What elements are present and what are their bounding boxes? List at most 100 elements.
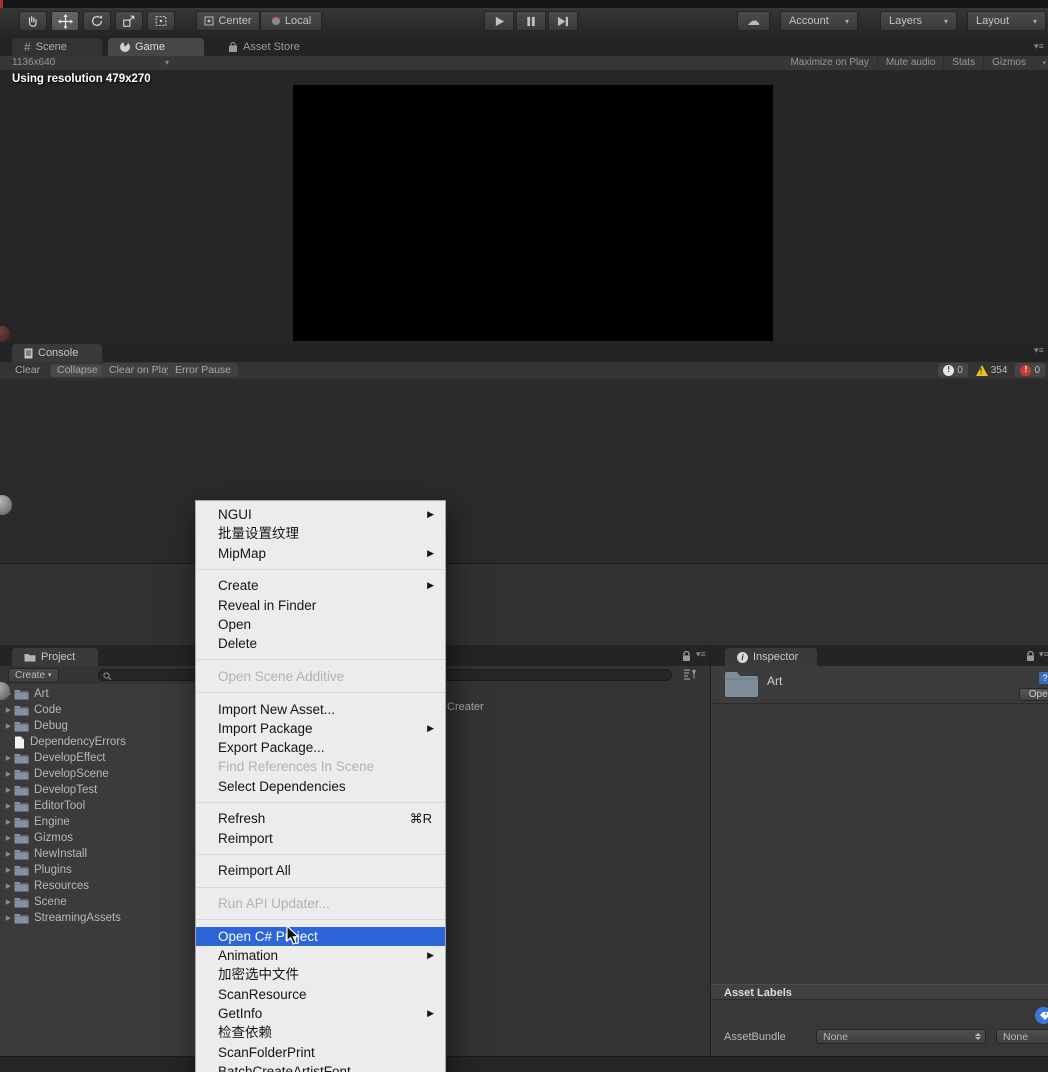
menu-item-check-dependencies[interactable]: 检查依赖 — [196, 1023, 445, 1042]
chevron-down-icon: ▾ — [944, 17, 948, 26]
rect-tool-button[interactable] — [147, 11, 175, 31]
menu-item-encrypt-selected-files[interactable]: 加密选中文件 — [196, 965, 445, 984]
folder-icon — [24, 653, 36, 662]
scale-icon — [122, 14, 136, 28]
menu-item-batchcreateartistfont[interactable]: BatchCreateArtistFont — [196, 1062, 445, 1072]
tab-game[interactable]: Game — [108, 38, 204, 56]
warning-icon: ! — [976, 365, 988, 376]
resolution-dropdown[interactable]: 1136x640 — [12, 57, 55, 68]
menu-item-delete[interactable]: Delete — [196, 634, 445, 653]
asset-labels-header[interactable]: Asset Labels — [711, 984, 1048, 1000]
search-filter-icon[interactable] — [682, 668, 698, 681]
menu-item-scanresource[interactable]: ScanResource — [196, 985, 445, 1004]
scene-grid-icon: # — [24, 40, 31, 54]
stats-toggle[interactable]: Stats — [943, 57, 983, 68]
disclosure-arrow-icon[interactable]: ▶ — [3, 706, 14, 714]
create-label: Create — [15, 669, 45, 682]
gizmos-dropdown[interactable]: Gizmos — [983, 57, 1034, 68]
lock-icon[interactable] — [1026, 651, 1035, 662]
asset-context-menu: NGUI▶ 批量设置纹理 MipMap▶ Create▶ Reveal in F… — [195, 500, 446, 1072]
space-local-button[interactable]: Local — [260, 11, 322, 31]
menu-item-mipmap[interactable]: MipMap▶ — [196, 544, 445, 563]
disclosure-arrow-icon[interactable]: ▶ — [3, 914, 14, 922]
warning-count-badge[interactable]: ! 354 — [971, 363, 1013, 377]
asset-item-creater[interactable]: Creater — [447, 701, 484, 713]
tab-console[interactable]: Console — [12, 344, 102, 362]
disclosure-arrow-icon[interactable]: ▶ — [3, 722, 14, 730]
move-tool-button[interactable] — [51, 11, 79, 31]
layers-dropdown[interactable]: Layers ▾ — [880, 11, 957, 31]
step-button[interactable] — [548, 11, 578, 31]
menu-item-ngui[interactable]: NGUI▶ — [196, 505, 445, 524]
scale-tool-button[interactable] — [115, 11, 143, 31]
assetbundle-dropdown[interactable]: None — [816, 1029, 986, 1044]
shortcut-label: ⌘R — [410, 809, 432, 828]
menu-item-refresh[interactable]: Refresh⌘R — [196, 809, 445, 828]
menu-item-animation[interactable]: Animation▶ — [196, 946, 445, 965]
menu-item-open-csharp-project[interactable]: Open C# Project — [196, 927, 445, 946]
help-icon[interactable]: ? — [1039, 672, 1048, 684]
menu-item-scanfolderprint[interactable]: ScanFolderPrint — [196, 1043, 445, 1062]
assetbundle-variant-dropdown[interactable]: None — [996, 1029, 1048, 1044]
open-asset-button[interactable]: Open — [1019, 688, 1048, 701]
pause-button[interactable] — [516, 11, 546, 31]
console-collapse-toggle[interactable]: Collapse — [50, 363, 105, 377]
create-dropdown-button[interactable]: Create ▾ — [8, 668, 59, 683]
asset-label-tag-icon[interactable] — [1035, 1007, 1048, 1024]
lock-icon[interactable] — [682, 651, 691, 662]
disclosure-arrow-icon[interactable]: ▶ — [3, 898, 14, 906]
menu-item-create[interactable]: Create▶ — [196, 576, 445, 595]
disclosure-arrow-icon[interactable]: ▶ — [3, 786, 14, 794]
console-error-pause-toggle[interactable]: Error Pause — [168, 363, 238, 377]
pane-menu-icon[interactable]: ▾≡ — [1034, 345, 1044, 356]
assetbundle-row: AssetBundle None None — [711, 1029, 1048, 1045]
pivot-center-button[interactable]: Center — [196, 11, 260, 31]
account-dropdown[interactable]: Account ▾ — [780, 11, 858, 31]
tab-scene[interactable]: # Scene — [12, 38, 102, 56]
disclosure-arrow-icon[interactable]: ▶ — [3, 802, 14, 810]
disclosure-arrow-icon[interactable]: ▶ — [3, 834, 14, 842]
hand-tool-button[interactable] — [19, 11, 47, 31]
window-top-strip — [0, 0, 1048, 8]
disclosure-arrow-icon[interactable]: ▶ — [3, 866, 14, 874]
pane-menu-icon[interactable]: ▾≡ — [1039, 649, 1048, 660]
console-clear-button[interactable]: Clear — [8, 363, 47, 377]
submenu-arrow-icon: ▶ — [427, 1004, 434, 1023]
layout-dropdown[interactable]: Layout ▾ — [967, 11, 1046, 31]
submenu-arrow-icon: ▶ — [427, 576, 434, 595]
cloud-services-button[interactable]: ☁ — [737, 11, 770, 31]
tab-inspector[interactable]: i Inspector — [725, 648, 817, 666]
game-view-toolbar: 1136x640 ▾ Maximize on Play Mute audio S… — [0, 56, 1048, 71]
menu-item-import-package[interactable]: Import Package▶ — [196, 719, 445, 738]
error-icon: ! — [1020, 365, 1031, 376]
menu-item-open[interactable]: Open — [196, 615, 445, 634]
console-toolbar: Clear Collapse Clear on Play Error Pause… — [0, 362, 1048, 380]
menu-item-reimport-all[interactable]: Reimport All — [196, 861, 445, 880]
folder-name: Resources — [34, 880, 89, 892]
menu-item-getinfo[interactable]: GetInfo▶ — [196, 1004, 445, 1023]
mute-audio-toggle[interactable]: Mute audio — [877, 57, 943, 68]
pane-menu-icon[interactable]: ▾≡ — [696, 649, 706, 660]
menu-item-select-dependencies[interactable]: Select Dependencies — [196, 777, 445, 796]
disclosure-arrow-icon[interactable]: ▶ — [3, 818, 14, 826]
window-bottom-strip — [0, 1056, 1048, 1072]
disclosure-arrow-icon[interactable]: ▶ — [3, 850, 14, 858]
menu-item-reveal-in-finder[interactable]: Reveal in Finder — [196, 596, 445, 615]
disclosure-arrow-icon[interactable]: ▶ — [3, 882, 14, 890]
error-count-badge[interactable]: ! 0 — [1015, 363, 1045, 377]
disclosure-arrow-icon[interactable]: ▶ — [3, 754, 14, 762]
menu-item-reimport[interactable]: Reimport — [196, 829, 445, 848]
tab-asset-store[interactable]: Asset Store — [216, 38, 312, 56]
tab-project[interactable]: Project — [12, 648, 98, 666]
folder-name: DevelopEffect — [34, 752, 105, 764]
rotate-tool-button[interactable] — [83, 11, 111, 31]
menu-item-import-new-asset[interactable]: Import New Asset... — [196, 700, 445, 719]
disclosure-arrow-icon[interactable]: ▶ — [3, 770, 14, 778]
pane-menu-icon[interactable]: ▾≡ — [1034, 41, 1044, 52]
menu-item-batch-set-texture[interactable]: 批量设置纹理 — [196, 524, 445, 543]
play-button[interactable] — [484, 11, 514, 31]
info-count-badge[interactable]: ! 0 — [938, 363, 968, 377]
menu-item-export-package[interactable]: Export Package... — [196, 738, 445, 757]
maximize-on-play-toggle[interactable]: Maximize on Play — [782, 57, 876, 68]
chevron-down-icon: ▾ — [845, 17, 849, 26]
